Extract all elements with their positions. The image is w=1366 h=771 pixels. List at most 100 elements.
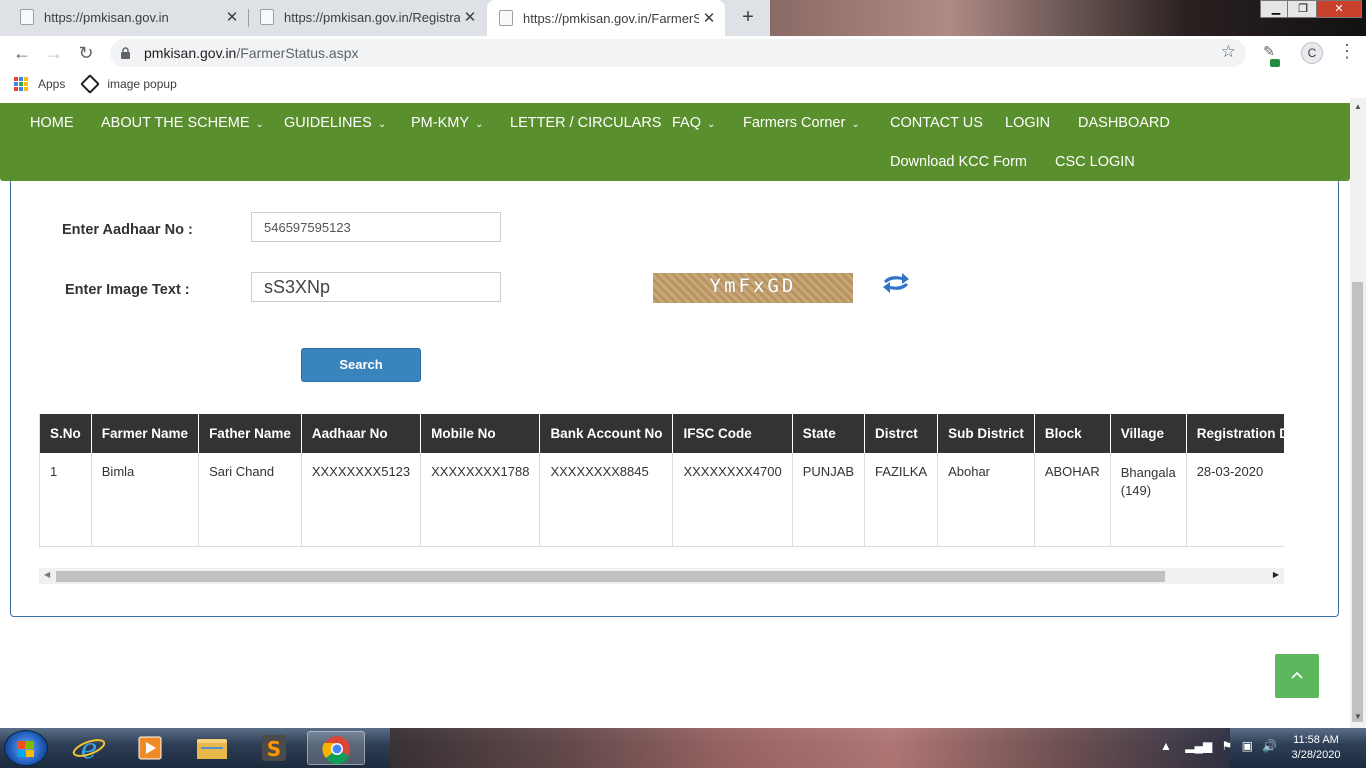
signal-icon[interactable]: ▂▄▆ <box>1185 739 1212 753</box>
tab-pmkisan-home[interactable]: https://pmkisan.gov.in ✕ <box>0 0 248 34</box>
table-cell: 28-03-2020 <box>1186 453 1284 547</box>
table-header-row: S.No Farmer Name Father Name Aadhaar No … <box>40 414 1284 453</box>
table-cell: XXXXXXXX4700 <box>672 453 793 547</box>
results-table: S.No Farmer Name Father Name Aadhaar No … <box>40 414 1284 547</box>
back-button[interactable]: ← <box>10 42 34 64</box>
chevron-down-icon: ⌄ <box>255 119 264 130</box>
network-icon[interactable]: ⚑ <box>1222 739 1233 753</box>
nav-dashboard[interactable]: DASHBOARD <box>1078 115 1170 131</box>
system-clock[interactable]: 11:58 AM 3/28/2020 <box>1282 733 1350 763</box>
back-to-top-button[interactable] <box>1275 654 1319 698</box>
file-explorer-icon[interactable] <box>189 731 235 765</box>
search-button[interactable]: Search <box>301 348 421 382</box>
chrome-icon[interactable] <box>307 731 365 765</box>
clock-date: 3/28/2020 <box>1291 749 1341 761</box>
tab-strip: https://pmkisan.gov.in ✕ https://pmkisan… <box>0 0 1366 36</box>
column-header: Father Name <box>198 414 302 453</box>
bookmark-label: image popup <box>107 77 177 91</box>
extension-icon[interactable]: ✎ <box>1258 43 1280 67</box>
bookmark-image-popup[interactable]: image popup <box>80 74 177 94</box>
clock-time: 11:58 AM <box>1293 734 1339 746</box>
nav-login[interactable]: LOGIN <box>1005 115 1050 131</box>
svg-text:e: e <box>81 732 98 765</box>
chevron-down-icon: ⌄ <box>851 119 860 130</box>
nav-label: Download KCC Form <box>890 154 1027 170</box>
page-viewport: Enter Aadhaar No : 546597595123 Enter Im… <box>0 98 1350 728</box>
url-text: pmkisan.gov.in/FarmerStatus.aspx <box>144 45 359 61</box>
scrollbar-thumb[interactable] <box>1352 282 1363 722</box>
table-cell: Bimla <box>91 453 200 547</box>
chevron-down-icon: ⌄ <box>707 119 716 130</box>
profile-avatar[interactable]: C <box>1301 42 1323 64</box>
maximize-button[interactable]: ❐ <box>1287 0 1319 18</box>
nav-contact-us[interactable]: CONTACT US <box>890 115 983 131</box>
forward-button[interactable]: → <box>42 42 66 64</box>
nav-letter-circulars[interactable]: LETTER / CIRCULARS <box>510 115 661 131</box>
nav-label: GUIDELINES <box>284 115 372 131</box>
bookmark-apps[interactable]: Apps <box>14 77 65 91</box>
nav-label: DASHBOARD <box>1078 115 1170 131</box>
table-row: 1 Bimla Sari Chand XXXXXXXX5123 XXXXXXXX… <box>40 453 1284 547</box>
close-tab-icon[interactable]: ✕ <box>699 9 719 27</box>
scroll-left-icon[interactable]: ◀ <box>44 570 50 579</box>
column-header: Sub District <box>937 414 1035 453</box>
close-window-button[interactable]: ✕ <box>1316 0 1362 18</box>
page-icon <box>260 9 274 25</box>
nav-guidelines[interactable]: GUIDELINES ⌄ <box>284 115 386 131</box>
nav-label: CSC LOGIN <box>1055 154 1135 170</box>
show-hidden-icons-icon[interactable]: ▲ <box>1160 739 1172 753</box>
image-text-label: Enter Image Text : <box>65 282 190 298</box>
scrollbar-thumb[interactable] <box>56 571 1165 582</box>
nav-download-kcc-form[interactable]: Download KCC Form <box>890 154 1027 170</box>
close-tab-icon[interactable]: ✕ <box>460 8 480 26</box>
menu-icon[interactable]: ⋮ <box>1338 41 1356 62</box>
address-bar[interactable]: pmkisan.gov.in/FarmerStatus.aspx ☆ <box>110 39 1246 67</box>
sublime-text-icon[interactable]: S <box>251 731 297 765</box>
windows-logo-icon <box>17 741 35 757</box>
column-header: IFSC Code <box>672 414 793 453</box>
nav-label: PM-KMY <box>411 115 469 131</box>
close-tab-icon[interactable]: ✕ <box>222 8 242 26</box>
refresh-captcha-icon[interactable] <box>880 271 912 297</box>
farmer-status-panel: Enter Aadhaar No : 546597595123 Enter Im… <box>10 158 1339 617</box>
captcha-image: YmFxGD <box>653 273 853 303</box>
nav-farmers-corner[interactable]: Farmers Corner ⌄ <box>743 115 860 131</box>
browser-toolbar: ← → ↻ pmkisan.gov.in/FarmerStatus.aspx ☆… <box>0 36 1366 70</box>
column-header: State <box>792 414 866 453</box>
reload-button[interactable]: ↻ <box>74 42 98 64</box>
image-text-input[interactable]: sS3XNp <box>251 272 501 302</box>
aadhaar-input[interactable]: 546597595123 <box>251 212 501 242</box>
new-tab-button[interactable]: + <box>734 4 762 32</box>
nav-label: Farmers Corner <box>743 115 846 131</box>
column-header: Registration Date <box>1186 414 1284 453</box>
tab-separator <box>248 9 249 27</box>
nav-pm-kmy[interactable]: PM-KMY ⌄ <box>411 115 483 131</box>
column-header: Farmer Name <box>91 414 200 453</box>
nav-label: HOME <box>30 115 74 131</box>
internet-explorer-icon[interactable]: e <box>66 731 112 765</box>
scroll-right-icon[interactable]: ▶ <box>1273 570 1279 579</box>
power-icon[interactable]: ▣ <box>1242 739 1253 753</box>
aadhaar-label: Enter Aadhaar No : <box>62 222 193 238</box>
page-vertical-scrollbar[interactable]: ▲ ▼ <box>1350 98 1366 728</box>
url-path: /FarmerStatus.aspx <box>236 45 359 61</box>
tab-pmkisan-farmer-status[interactable]: https://pmkisan.gov.in/FarmerSta ✕ <box>487 0 725 36</box>
bookmark-star-icon[interactable]: ☆ <box>1221 42 1236 62</box>
scroll-up-icon[interactable]: ▲ <box>1354 102 1362 111</box>
nav-csc-login[interactable]: CSC LOGIN <box>1055 154 1135 170</box>
start-button[interactable] <box>4 730 48 766</box>
volume-icon[interactable]: 🔊 <box>1262 739 1277 753</box>
media-player-icon[interactable] <box>127 731 173 765</box>
nav-home[interactable]: HOME <box>30 115 74 131</box>
scroll-down-icon[interactable]: ▼ <box>1354 712 1362 721</box>
nav-about-the-scheme[interactable]: ABOUT THE SCHEME ⌄ <box>101 115 264 131</box>
url-host: pmkisan.gov.in <box>144 45 237 61</box>
table-cell: Abohar <box>937 453 1035 547</box>
main-nav: HOME ABOUT THE SCHEME ⌄ GUIDELINES ⌄ PM-KM… <box>0 103 1350 181</box>
nav-faq[interactable]: FAQ ⌄ <box>672 115 715 131</box>
tab-pmkisan-registration[interactable]: https://pmkisan.gov.in/Registrati ✕ <box>250 0 486 34</box>
table-cell: XXXXXXXX5123 <box>301 453 422 547</box>
chevron-down-icon: ⌄ <box>475 119 484 130</box>
table-cell: 1 <box>40 453 92 547</box>
table-horizontal-scrollbar[interactable]: ◀ ▶ <box>39 568 1284 584</box>
